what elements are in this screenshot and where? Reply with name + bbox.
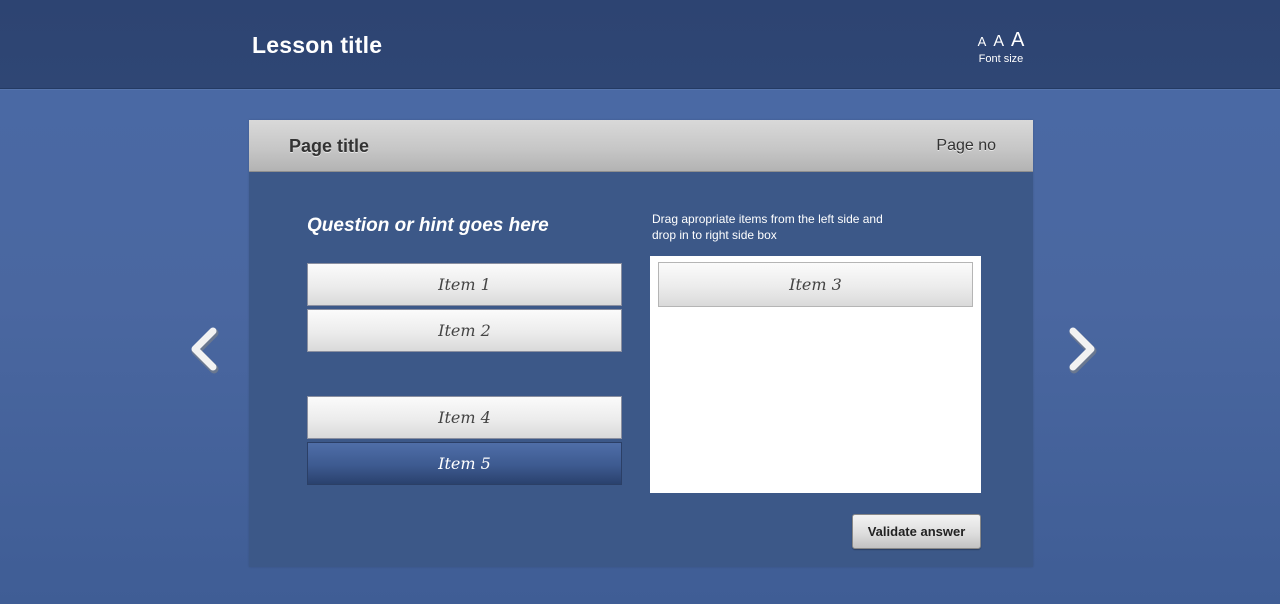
- draggable-item-5[interactable]: Item 5: [307, 442, 622, 485]
- dropped-item-3[interactable]: Item 3: [658, 262, 973, 307]
- font-size-medium-button[interactable]: A: [993, 34, 1004, 50]
- lesson-title: Lesson title: [252, 32, 383, 58]
- chevron-right-icon: [1069, 327, 1097, 374]
- page-title: Page title: [289, 136, 370, 156]
- font-size-large-button[interactable]: A: [1011, 30, 1024, 50]
- next-page-button[interactable]: [1062, 322, 1102, 376]
- drag-instructions: Drag apropriate items from the left side…: [652, 212, 883, 242]
- font-size-small-button[interactable]: A: [978, 35, 987, 48]
- font-size-control: A A A Font size: [970, 30, 1032, 65]
- draggable-item-4[interactable]: Item 4: [307, 396, 622, 439]
- draggable-item-1[interactable]: Item 1: [307, 263, 622, 306]
- previous-page-button[interactable]: [184, 322, 224, 376]
- page-number: Page no: [936, 137, 996, 154]
- draggable-item-2[interactable]: Item 2: [307, 309, 622, 352]
- validate-answer-button[interactable]: Validate answer: [852, 514, 981, 549]
- chevron-left-icon: [191, 327, 219, 374]
- panel-header: Page title Page no: [249, 120, 1033, 172]
- question-text: Question or hint goes here: [307, 215, 549, 236]
- top-bar: Lesson title A A A Font size: [0, 0, 1280, 89]
- font-size-label: Font size: [978, 53, 1024, 65]
- drop-target-box[interactable]: Item 3: [650, 256, 981, 493]
- lesson-panel: Page title Page no Question or hint goes…: [249, 120, 1033, 567]
